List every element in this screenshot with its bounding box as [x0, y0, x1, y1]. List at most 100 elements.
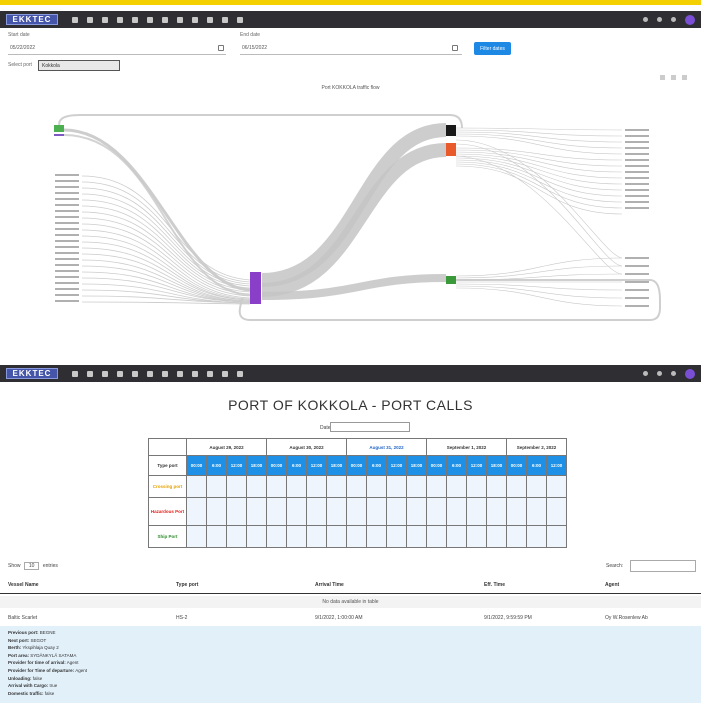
nav-help-icon[interactable]: [237, 370, 243, 377]
app-logo[interactable]: EKKTEC: [6, 14, 58, 25]
chart-title: Port KOKKOLA traffic flow: [321, 85, 380, 91]
cell-type: HS-2: [176, 615, 188, 621]
nav-settings-icon[interactable]: [192, 16, 198, 23]
filter-dates-button[interactable]: Filter dates: [474, 42, 511, 55]
start-date-field[interactable]: 05/22/2022: [8, 42, 226, 55]
nav-port-icon[interactable]: [147, 16, 153, 23]
time-slot: 00:00: [426, 455, 447, 476]
time-slot: 18:00: [326, 455, 347, 476]
schedule-date-row: August 29, 2022 August 30, 2022 August 3…: [148, 438, 567, 456]
search-icon[interactable]: [643, 17, 648, 22]
nav-right-group: [643, 14, 695, 25]
sankey-node-orange[interactable]: [446, 143, 456, 156]
nav-user-icon[interactable]: [222, 370, 228, 377]
time-slot: 18:00: [246, 455, 267, 476]
nav-list-icon[interactable]: [162, 370, 168, 377]
table-header-row: Vessel Name Type port Arrival Time Eff. …: [0, 576, 701, 594]
avatar[interactable]: [685, 368, 695, 379]
calendar-icon[interactable]: [218, 45, 224, 51]
nav-port-icon[interactable]: [147, 370, 153, 377]
detail-line: Berth: Ykspihlaja Quay 2: [8, 645, 59, 651]
calendar-icon[interactable]: [452, 45, 458, 51]
schedule-date-header: September 1, 2022: [426, 438, 507, 456]
nav-icon-group: [72, 370, 243, 377]
reset-icon[interactable]: [682, 75, 687, 80]
time-slot: 12:00: [386, 455, 407, 476]
nav-user-icon[interactable]: [222, 16, 228, 23]
nav-ship-icon[interactable]: [87, 370, 93, 377]
row-details-panel: Previous port: BEGNE Next port: SEGOT Be…: [0, 626, 701, 703]
time-slot: 00:00: [506, 455, 527, 476]
download-icon[interactable]: [671, 75, 676, 80]
flow-loop-top: [58, 114, 463, 129]
nav-list-icon[interactable]: [162, 16, 168, 23]
schedule-row-hazardous: Hazardous Port: [148, 497, 567, 526]
column-header-eff[interactable]: Eff. Time: [484, 582, 505, 588]
second-navbar: EKKTEC: [0, 365, 701, 382]
menu-icon[interactable]: [671, 17, 676, 22]
search-icon[interactable]: [643, 371, 648, 376]
start-date-label: Start date: [8, 32, 30, 38]
nav-flow-icon[interactable]: [177, 370, 183, 377]
time-slot: 6:00: [366, 455, 387, 476]
port-select-label: Select port: [8, 62, 32, 68]
cell-vessel: Baltic Scarlet: [8, 615, 38, 621]
notification-icon[interactable]: [657, 371, 662, 376]
cell-agent: Oy W.Rosenlew Ab: [605, 615, 648, 621]
nav-chart-icon[interactable]: [132, 16, 138, 23]
entries-prefix: Show: [8, 563, 21, 569]
avatar[interactable]: [685, 14, 695, 25]
nav-star-icon[interactable]: [207, 370, 213, 377]
end-date-field[interactable]: 06/15/2022: [240, 42, 462, 55]
column-header-arrival[interactable]: Arrival Time: [315, 582, 344, 588]
nav-map-icon[interactable]: [102, 370, 108, 377]
nav-help-icon[interactable]: [237, 16, 243, 23]
time-slot: 00:00: [186, 455, 207, 476]
app-logo[interactable]: EKKTEC: [6, 368, 58, 379]
left-node-labels: [55, 174, 79, 302]
entries-length-control[interactable]: Show 10 entries: [8, 562, 58, 570]
time-slot: 6:00: [286, 455, 307, 476]
port-select[interactable]: Kokkola: [38, 60, 120, 71]
nav-star-icon[interactable]: [207, 16, 213, 23]
detail-line: Domestic traffic: false: [8, 690, 55, 696]
search-label: Search:: [606, 563, 624, 569]
page-title: PORT OF KOKKOLA - PORT CALLS: [228, 397, 473, 413]
sankey-node-purple[interactable]: [250, 272, 261, 304]
time-slot: 18:00: [406, 455, 427, 476]
entries-select[interactable]: 10: [23, 562, 40, 570]
date-input[interactable]: [330, 422, 410, 432]
search-input[interactable]: [630, 560, 696, 572]
sankey-node-green[interactable]: [446, 276, 456, 284]
nav-chart-icon[interactable]: [132, 370, 138, 377]
port-schedule-table: August 29, 2022 August 30, 2022 August 3…: [148, 438, 567, 548]
column-header-vessel[interactable]: Vessel Name: [8, 582, 39, 588]
schedule-corner-cell: [148, 438, 187, 456]
schedule-date-header: August 30, 2022: [266, 438, 347, 456]
detail-line: Port area: SYDÄNKYLÄ SATAMA: [8, 652, 77, 658]
time-slot: 12:00: [226, 455, 247, 476]
nav-map-icon[interactable]: [102, 16, 108, 23]
time-slot: 12:00: [546, 455, 567, 476]
nav-calendar-icon[interactable]: [117, 370, 123, 377]
nav-calendar-icon[interactable]: [117, 16, 123, 23]
column-header-agent[interactable]: Agent: [605, 582, 619, 588]
schedule-date-header: August 31, 2022: [346, 438, 427, 456]
detail-line: Provider for time of arrival: Agent: [8, 660, 79, 666]
nav-right-group: [643, 368, 695, 379]
nav-flow-icon[interactable]: [177, 16, 183, 23]
menu-icon[interactable]: [671, 371, 676, 376]
zoom-icon[interactable]: [660, 75, 665, 80]
sankey-node-purple-small[interactable]: [54, 134, 64, 136]
nav-settings-icon[interactable]: [192, 370, 198, 377]
nav-home-icon[interactable]: [72, 16, 78, 23]
column-header-type[interactable]: Type port: [176, 582, 198, 588]
cell-arrival: 9/1/2022, 1:00:00 AM: [315, 615, 363, 621]
detail-line: Unloading: false: [8, 675, 43, 681]
nav-ship-icon[interactable]: [87, 16, 93, 23]
sankey-node-black[interactable]: [446, 125, 456, 136]
table-row[interactable]: Baltic Scarlet HS-2 9/1/2022, 1:00:00 AM…: [0, 609, 701, 625]
sankey-node-green-small[interactable]: [54, 125, 64, 132]
notification-icon[interactable]: [657, 17, 662, 22]
nav-home-icon[interactable]: [72, 370, 78, 377]
